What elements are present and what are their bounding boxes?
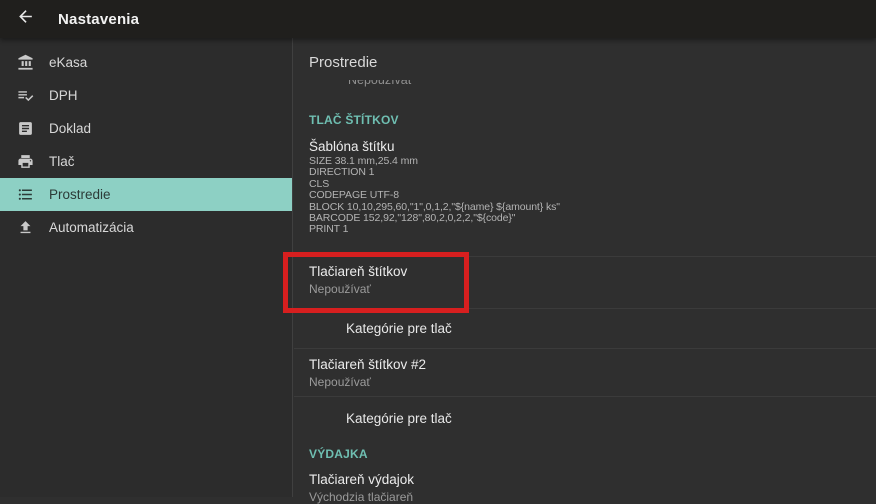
document-icon: [16, 120, 34, 138]
sidebar-item-doklad[interactable]: Doklad: [0, 112, 292, 145]
sidebar-item-label: eKasa: [49, 55, 88, 70]
sidebar-item-ekasa[interactable]: eKasa: [0, 46, 292, 79]
section-header-tlac-stitkov: TLAČ ŠTÍTKOV: [309, 113, 399, 127]
printer-icon: [16, 153, 34, 171]
section-header-vydajka: VÝDAJKA: [309, 447, 368, 461]
app-title: Nastavenia: [58, 10, 140, 28]
sidebar-item-dph[interactable]: DPH: [0, 79, 292, 112]
page-title: Prostredie: [309, 54, 378, 71]
sidebar-item-automatizacia[interactable]: Automatizácia: [0, 211, 292, 244]
sidebar-item-label: Prostredie: [49, 187, 111, 202]
label-template-setting[interactable]: Šablóna štítku: [309, 139, 395, 155]
sidebar-item-label: DPH: [49, 88, 78, 103]
label-printer-2-setting[interactable]: Tlačiareň štítkov #2: [309, 357, 426, 373]
categories-for-print-button-1[interactable]: Kategórie pre tlač: [346, 321, 452, 336]
sidebar-item-tlac[interactable]: Tlač: [0, 145, 292, 178]
label-template-code: SIZE 38.1 mm,25.4 mm DIRECTION 1 CLS COD…: [309, 155, 560, 236]
sidebar-item-label: Doklad: [49, 121, 92, 136]
divider: [294, 348, 876, 349]
upload-icon: [16, 219, 34, 237]
categories-for-print-button-2[interactable]: Kategórie pre tlač: [346, 411, 452, 426]
label-printer-2-value: Nepoužívať: [309, 375, 371, 389]
divider: [294, 256, 876, 257]
back-button[interactable]: [13, 7, 37, 31]
sidebar-item-prostredie[interactable]: Prostredie: [0, 178, 292, 211]
bank-icon: [16, 54, 34, 72]
arrow-left-icon: [16, 7, 35, 31]
label-printer-value: Nepoužívať: [309, 282, 371, 296]
issue-printer-value: Východzia tlačiareň: [309, 490, 414, 504]
list-icon: [16, 186, 34, 204]
sidebar-item-label: Automatizácia: [49, 220, 134, 235]
top-app-bar: Nastavenia: [0, 0, 876, 38]
divider: [294, 308, 876, 309]
divider: [294, 396, 876, 397]
sidebar-item-label: Tlač: [49, 154, 75, 169]
settings-sidebar: eKasa DPH Doklad Tlač Prostredie Automat…: [0, 38, 293, 497]
settings-content-pane: Prostredie Nepoužívať TLAČ ŠTÍTKOV Šabló…: [294, 38, 876, 504]
tax-checklist-icon: [16, 87, 34, 105]
label-printer-setting[interactable]: Tlačiareň štítkov: [309, 264, 407, 280]
issue-printer-setting[interactable]: Tlačiareň výdajok: [309, 472, 414, 488]
clipped-scrolled-item: Nepoužívať: [348, 80, 413, 87]
